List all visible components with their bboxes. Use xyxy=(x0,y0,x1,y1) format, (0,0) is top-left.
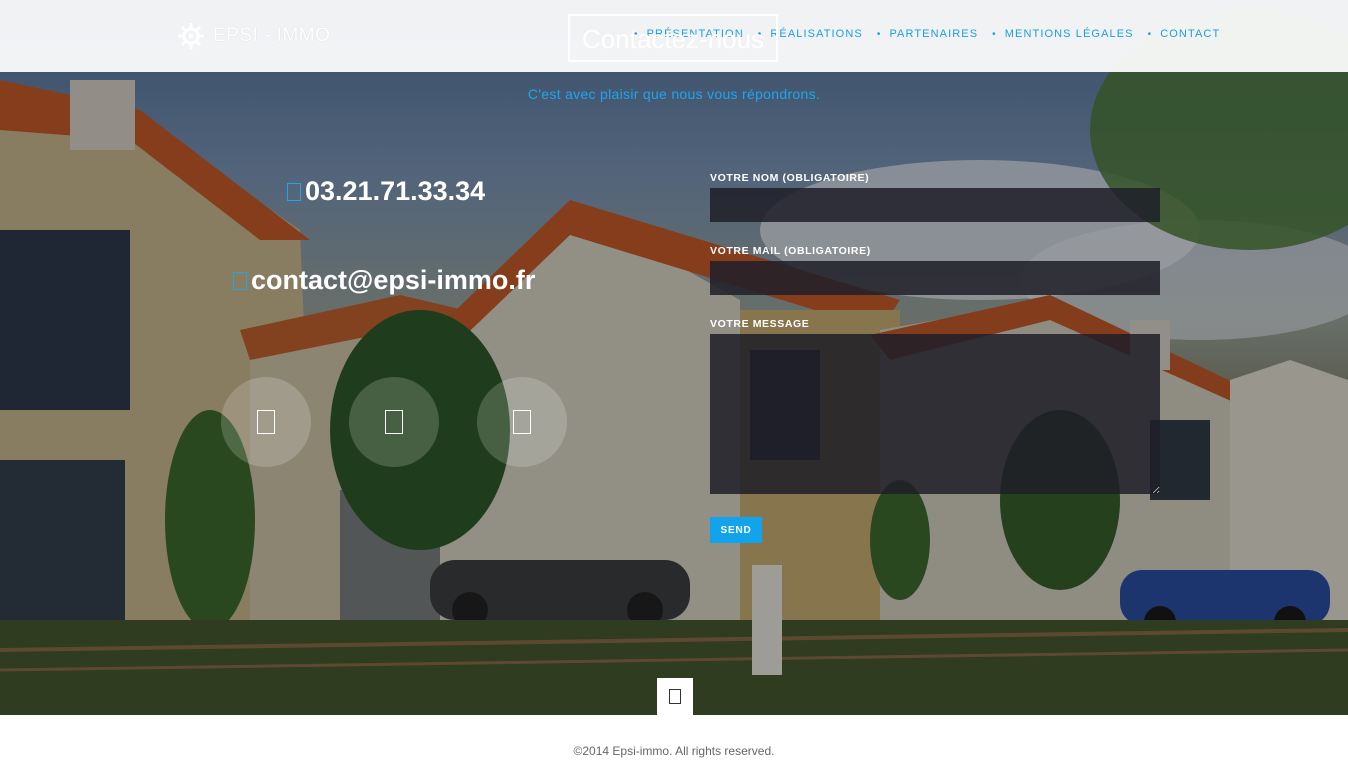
section-subtitle: C'est avec plaisir que nous vous répondr… xyxy=(527,86,821,102)
copyright-text: ©2014 Epsi-immo. All rights reserved. xyxy=(573,744,775,758)
nav-label: MENTIONS LÉGALES xyxy=(1004,28,1134,40)
contact-form: VOTRE NOM (OBLIGATOIRE) VOTRE MAIL (OBLI… xyxy=(710,172,1160,543)
nav-bullet: • xyxy=(1147,28,1153,40)
twitter-button[interactable] xyxy=(349,377,439,467)
facebook-button[interactable] xyxy=(221,377,311,467)
nav-label: RÉALISATIONS xyxy=(770,28,863,40)
phone-line: 03.21.71.33.34 xyxy=(287,176,485,207)
nav-item-mentions-legales[interactable]: • MENTIONS LÉGALES xyxy=(992,28,1133,40)
send-button[interactable]: SEND xyxy=(710,517,762,543)
gear-logo-icon xyxy=(178,23,204,49)
phone-icon xyxy=(287,182,301,201)
mail-label: VOTRE MAIL (OBLIGATOIRE) xyxy=(710,245,871,257)
email-field[interactable] xyxy=(710,261,1160,295)
email-line: contact@epsi-immo.fr xyxy=(233,265,535,296)
nav-bullet: • xyxy=(992,28,997,40)
nav-bullet: • xyxy=(876,28,882,40)
envelope-icon xyxy=(233,271,247,290)
facebook-icon xyxy=(257,410,275,434)
site-logo[interactable]: EPSI - IMMO xyxy=(175,22,330,50)
message-field[interactable] xyxy=(710,334,1160,494)
nav-label: CONTACT xyxy=(1160,28,1221,40)
logo-text: EPSI - IMMO xyxy=(213,25,331,46)
message-label: VOTRE MESSAGE xyxy=(710,318,810,330)
google-plus-button[interactable] xyxy=(477,377,567,467)
email-address[interactable]: contact@epsi-immo.fr xyxy=(251,265,535,296)
name-field[interactable] xyxy=(710,188,1160,222)
nav-item-partenaires[interactable]: • PARTENAIRES xyxy=(877,28,978,40)
twitter-icon xyxy=(385,410,403,434)
name-label: VOTRE NOM (OBLIGATOIRE) xyxy=(710,172,870,184)
scroll-to-top-button[interactable] xyxy=(657,678,693,715)
google-plus-icon xyxy=(513,410,531,434)
chevron-up-icon xyxy=(669,689,681,704)
section-title: Contactez-nous xyxy=(568,14,778,62)
site-footer: ©2014 Epsi-immo. All rights reserved. xyxy=(0,715,1348,768)
nav-item-contact[interactable]: • CONTACT xyxy=(1148,28,1221,40)
phone-number: 03.21.71.33.34 xyxy=(305,176,486,206)
nav-label: PARTENAIRES xyxy=(889,28,979,40)
